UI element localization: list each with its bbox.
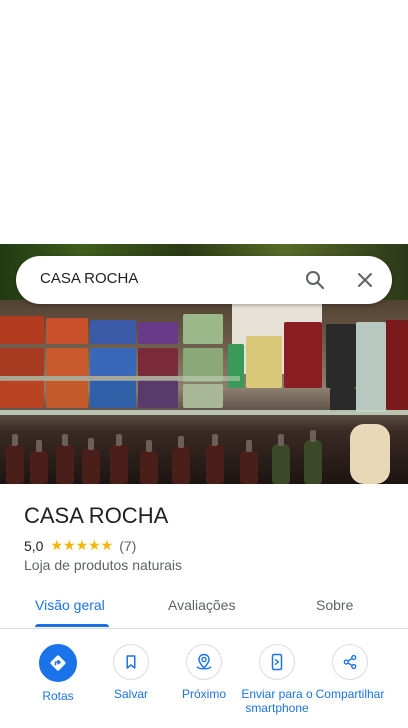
photo-bottle: [272, 434, 290, 484]
photo-product: [46, 318, 88, 344]
photo-product: [228, 344, 244, 388]
nearby-icon: [186, 644, 222, 680]
photo-product: [284, 322, 322, 388]
photo-bottle: [56, 434, 74, 484]
photo-bottle: [140, 440, 158, 484]
close-icon[interactable]: [353, 268, 377, 292]
photo-bottle: [172, 436, 190, 484]
photo-bottle: [206, 434, 224, 484]
photo-product: [138, 380, 178, 408]
send-to-phone-button[interactable]: Enviar para o smartphone: [239, 644, 315, 715]
photo-shelf: [0, 410, 408, 415]
rating-row[interactable]: 5,0 ★★★★★ (7): [24, 537, 136, 554]
photo-product: [326, 324, 356, 388]
save-label: Salvar: [113, 687, 148, 701]
share-label: Compartilhar: [315, 687, 385, 701]
save-button[interactable]: Salvar: [93, 644, 169, 701]
photo-product: [0, 348, 44, 376]
photo-product: [356, 322, 386, 412]
photo-product: [183, 314, 223, 344]
photo-product: [0, 380, 44, 408]
star-rating-icon: ★★★★★: [50, 537, 114, 553]
tab-reviews[interactable]: Avaliações: [168, 597, 235, 613]
search-box[interactable]: CASA ROCHA: [16, 256, 392, 304]
photo-product: [46, 380, 88, 408]
send-to-phone-label: Enviar para o smartphone: [241, 687, 313, 715]
photo-product: [246, 336, 282, 388]
directions-label: Rotas: [42, 689, 74, 703]
photo-product: [90, 320, 136, 344]
active-tab-indicator: [35, 624, 109, 627]
place-name: CASA ROCHA: [24, 503, 169, 528]
photo-bottle: [110, 434, 128, 484]
photo-product: [138, 322, 178, 344]
place-category[interactable]: Loja de produtos naturais: [24, 557, 182, 573]
photo-product: [0, 316, 44, 344]
send-to-phone-icon: [259, 644, 295, 680]
share-icon: [332, 644, 368, 680]
photo-product: [330, 388, 356, 412]
directions-icon: [39, 644, 77, 682]
rating-value: 5,0: [24, 537, 44, 554]
photo-bottle: [30, 440, 48, 484]
photo-product: [90, 380, 136, 408]
bookmark-icon: [113, 644, 149, 680]
photo-bottle: [82, 438, 100, 484]
photo-bottle: [6, 434, 24, 484]
search-query[interactable]: CASA ROCHA: [40, 270, 138, 287]
directions-button[interactable]: Rotas: [20, 644, 96, 703]
photo-product: [138, 348, 178, 376]
photo-product: [386, 320, 408, 410]
place-tabs: Visão geral Avaliações Sobre: [0, 588, 408, 629]
photo-bottle: [304, 430, 322, 484]
photo-shelf: [0, 376, 240, 381]
photo-product: [90, 348, 136, 376]
search-icon[interactable]: [303, 268, 327, 292]
review-count[interactable]: (7): [119, 538, 136, 554]
photo-product: [46, 348, 88, 376]
photo-bottle: [240, 440, 258, 484]
action-buttons: Rotas Salvar Próximo Enviar para o smart…: [0, 644, 408, 728]
photo-product: [183, 384, 223, 408]
map-area[interactable]: [0, 0, 408, 244]
nearby-label: Próximo: [181, 687, 226, 701]
nearby-button[interactable]: Próximo: [166, 644, 242, 701]
tab-overview[interactable]: Visão geral: [35, 597, 105, 613]
tab-about[interactable]: Sobre: [316, 597, 353, 613]
share-button[interactable]: Compartilhar: [312, 644, 388, 701]
photo-product: [350, 424, 390, 484]
